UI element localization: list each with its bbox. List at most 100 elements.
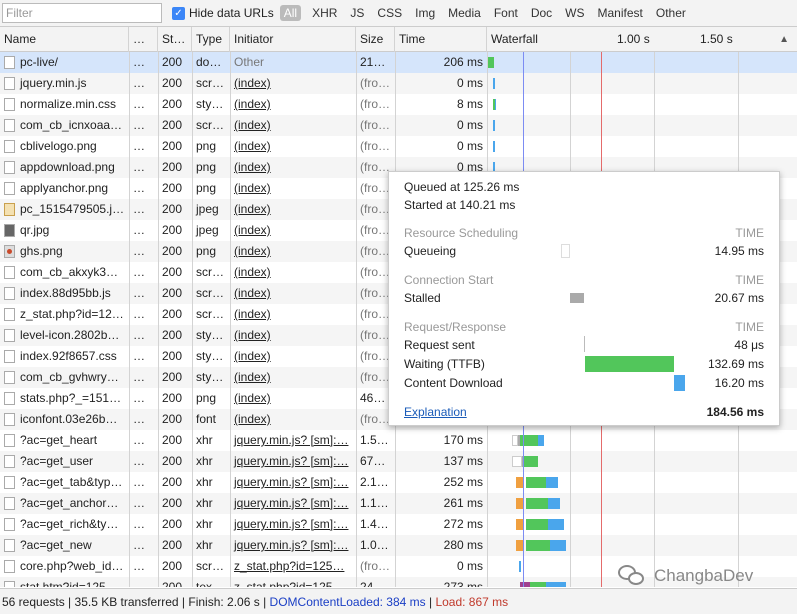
column-header-size[interactable]: Size <box>356 27 395 52</box>
request-dots: … <box>133 76 145 90</box>
filter-input[interactable] <box>2 3 162 23</box>
request-type: sty… <box>196 328 224 342</box>
request-status: 200 <box>162 202 183 216</box>
waterfall-bar <box>524 456 538 467</box>
request-initiator[interactable]: (index) <box>230 73 356 94</box>
request-dots: … <box>133 97 145 111</box>
request-initiator[interactable]: (index) <box>230 325 356 346</box>
table-row[interactable]: jquery.min.js … 200 scr… (index) (fro… 0 ms <box>0 73 797 94</box>
request-initiator[interactable]: z_stat.php?id=125… <box>230 556 356 577</box>
request-status: 200 <box>162 433 183 447</box>
waterfall-bar <box>495 99 496 110</box>
column-header-time[interactable]: Time <box>395 27 487 52</box>
request-initiator[interactable]: Other <box>230 52 356 73</box>
waterfall-bar <box>493 78 495 89</box>
finish-time: Finish: 2.06 s <box>188 595 260 609</box>
request-dots: … <box>133 517 145 531</box>
request-name: ?ac=get_rich&ty… <box>20 517 119 531</box>
request-name: normalize.min.css <box>20 97 117 111</box>
table-row[interactable]: ?ac=get_heart … 200 xhr jquery.min.js? [sm]:… <box>0 430 797 451</box>
request-time: 280 ms <box>443 538 483 552</box>
table-row[interactable]: cblivelogo.png … 200 png (index) (fro… 0 ms <box>0 136 797 157</box>
type-filter-doc[interactable]: Doc <box>529 5 554 21</box>
section-connection-start: Connection Start <box>404 273 494 287</box>
request-initiator[interactable]: (index) <box>230 241 356 262</box>
request-dots: … <box>133 496 145 510</box>
waterfall-bar <box>548 498 560 509</box>
type-filter-img[interactable]: Img <box>413 5 437 21</box>
table-row[interactable]: pc-live/ … 200 do… Other 21… 206 ms <box>0 52 797 73</box>
table-row[interactable]: ?ac=get_anchor… … 200 xhr jquery.min.js? [sm… <box>0 493 797 514</box>
request-initiator[interactable]: jquery.min.js? [sm]:… <box>230 514 356 535</box>
column-header-dots[interactable]: … <box>129 27 158 52</box>
request-initiator[interactable]: z_stat.php?id=125… <box>230 577 356 587</box>
table-row[interactable]: ?ac=get_tab&typ… … 200 xhr jquery.min.js? [s… <box>0 472 797 493</box>
sort-ascending-icon[interactable]: ▲ <box>779 27 789 52</box>
column-header-initiator[interactable]: Initiator <box>230 27 356 52</box>
column-header-name[interactable]: Name <box>0 27 129 52</box>
request-initiator[interactable]: (index) <box>230 283 356 304</box>
request-type: png <box>196 244 217 258</box>
request-status: 200 <box>162 538 183 552</box>
request-initiator[interactable]: jquery.min.js? [sm]:… <box>230 535 356 556</box>
request-dots: … <box>133 202 145 216</box>
waterfall-bar <box>550 540 566 551</box>
request-initiator[interactable]: (index) <box>230 136 356 157</box>
column-header-type[interactable]: Type <box>192 27 230 52</box>
request-initiator[interactable]: (index) <box>230 304 356 325</box>
waterfall-tick-1-5s: 1.50 s <box>700 32 733 46</box>
type-filter-manifest[interactable]: Manifest <box>596 5 645 21</box>
type-filter-css[interactable]: CSS <box>375 5 404 21</box>
table-row[interactable]: ?ac=get_user … 200 xhr jquery.min.js? [sm]:…… <box>0 451 797 472</box>
request-status: 200 <box>162 244 183 258</box>
type-filter-all[interactable]: All <box>279 5 302 21</box>
request-time: 0 ms <box>456 139 483 153</box>
table-row[interactable]: ?ac=get_rich&ty… … 200 xhr jquery.min.js? [s… <box>0 514 797 535</box>
request-initiator[interactable]: jquery.min.js? [sm]:… <box>230 451 356 472</box>
waterfall-label: Waterfall <box>491 32 538 46</box>
type-filter-ws[interactable]: WS <box>563 5 586 21</box>
table-row[interactable]: normalize.min.css … 200 sty… (index) (fro… 8 m… <box>0 94 797 115</box>
request-initiator[interactable]: (index) <box>230 346 356 367</box>
type-filter-js[interactable]: JS <box>348 5 366 21</box>
request-dots: … <box>133 223 145 237</box>
request-initiator[interactable]: (index) <box>230 178 356 199</box>
request-dots: … <box>133 160 145 174</box>
request-time: 0 ms <box>456 76 483 90</box>
request-initiator[interactable]: jquery.min.js? [sm]:… <box>230 472 356 493</box>
explanation-link[interactable]: Explanation <box>404 405 467 419</box>
request-initiator[interactable]: (index) <box>230 157 356 178</box>
column-header-status[interactable]: St… <box>158 27 192 52</box>
checkbox-checked-icon[interactable]: ✓ <box>172 6 185 20</box>
type-filter-other[interactable]: Other <box>654 5 688 21</box>
type-filter-font[interactable]: Font <box>492 5 520 21</box>
request-dots: … <box>133 328 145 342</box>
section-time-label: TIME <box>735 273 764 287</box>
hide-data-urls-toggle[interactable]: ✓ Hide data URLs <box>172 6 274 20</box>
request-status: 200 <box>162 370 183 384</box>
request-initiator[interactable]: jquery.min.js? [sm]:… <box>230 430 356 451</box>
request-initiator[interactable]: (index) <box>230 367 356 388</box>
waterfall-bar <box>526 477 546 488</box>
request-initiator[interactable]: (index) <box>230 94 356 115</box>
request-type: png <box>196 160 217 174</box>
request-type: sty… <box>196 349 224 363</box>
table-row[interactable]: com_cb_icnxoaa… … 200 scr… (index) (fro… 0 ms <box>0 115 797 136</box>
request-size: 67… <box>360 454 386 468</box>
request-initiator[interactable]: (index) <box>230 199 356 220</box>
request-initiator[interactable]: (index) <box>230 388 356 409</box>
watermark-text: ChangbaDev <box>654 566 754 585</box>
request-dots: … <box>133 265 145 279</box>
table-row[interactable]: ?ac=get_new … 200 xhr jquery.min.js? [sm]:… 1… <box>0 535 797 556</box>
request-dots: … <box>133 349 145 363</box>
request-initiator[interactable]: jquery.min.js? [sm]:… <box>230 493 356 514</box>
request-initiator[interactable]: (index) <box>230 220 356 241</box>
request-initiator[interactable]: (index) <box>230 262 356 283</box>
request-initiator[interactable]: (index) <box>230 409 356 430</box>
request-initiator[interactable]: (index) <box>230 115 356 136</box>
type-filter-xhr[interactable]: XHR <box>310 5 339 21</box>
request-name: applyanchor.png <box>20 181 109 195</box>
request-size: 1.1… <box>360 496 389 510</box>
request-dots: … <box>133 55 145 69</box>
type-filter-media[interactable]: Media <box>446 5 483 21</box>
